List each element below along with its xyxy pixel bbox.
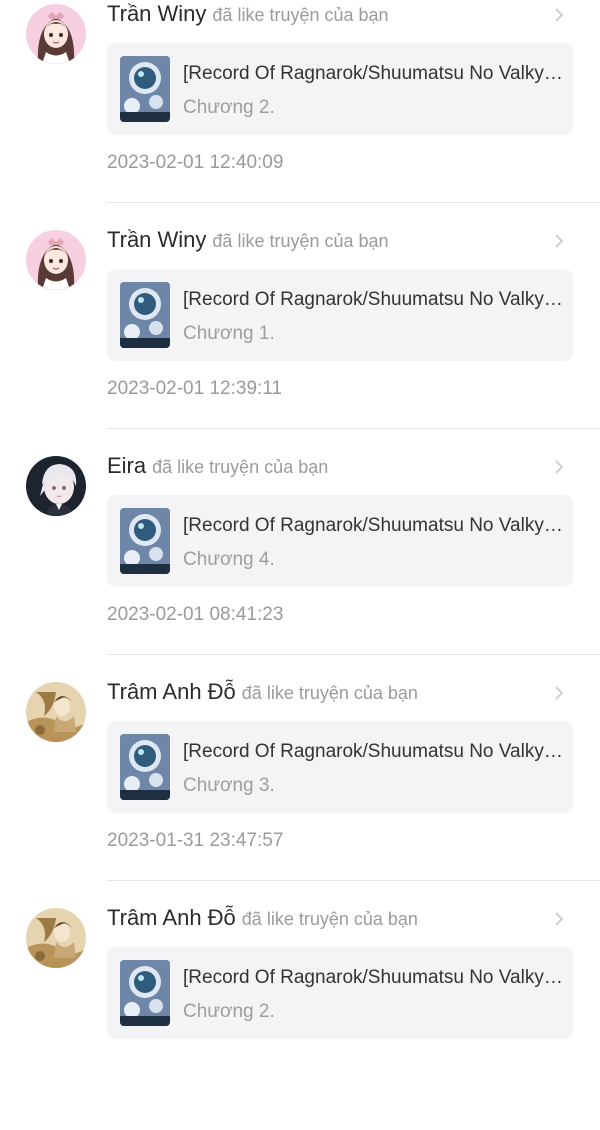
pink-girl-avatar-icon (26, 230, 86, 290)
story-cover-icon (120, 508, 170, 574)
username[interactable]: Trâm Anh Đỗ (107, 905, 236, 930)
notification-title: Trâm Anh Đỗ đã like truyện của bạn (107, 901, 540, 938)
chevron-right-icon[interactable] (552, 910, 566, 928)
chapter-label: Chương 4. (183, 549, 275, 570)
pink-girl-avatar-icon (26, 4, 86, 64)
username[interactable]: Trần Winy (107, 1, 206, 26)
chevron-right-icon[interactable] (552, 684, 566, 702)
avatar[interactable] (26, 682, 86, 742)
chapter-label: Chương 3. (183, 775, 275, 796)
divider (107, 428, 600, 429)
timestamp: 2023-02-01 12:40:09 (107, 152, 284, 173)
story-thumbnail (120, 960, 170, 1026)
action-text: đã like truyện của bạn (241, 683, 418, 703)
notification-item[interactable]: Eira đã like truyện của bạn [Record Of Ra… (0, 452, 600, 678)
timestamp: 2023-02-01 08:41:23 (107, 604, 284, 625)
story-cover-icon (120, 282, 170, 348)
chapter-label: Chương 2. (183, 97, 275, 118)
action-text: đã like truyện của bạn (241, 909, 418, 929)
timestamp: 2023-02-01 12:39:11 (107, 378, 283, 399)
notification-title: Eira đã like truyện của bạn (107, 449, 540, 486)
white-hair-boy-avatar-icon (26, 456, 86, 516)
story-card[interactable]: [Record Of Ragnarok/Shuumatsu No Valkyri… (107, 43, 573, 135)
timestamp: 2023-01-31 23:47:57 (107, 830, 284, 851)
avatar[interactable] (26, 908, 86, 968)
notification-title: Trâm Anh Đỗ đã like truyện của bạn (107, 675, 540, 712)
username[interactable]: Trâm Anh Đỗ (107, 679, 236, 704)
action-text: đã like truyện của bạn (212, 5, 389, 25)
chevron-right-icon[interactable] (552, 6, 566, 24)
painting-avatar-icon (26, 908, 86, 968)
story-title: [Record Of Ragnarok/Shuumatsu No Valkyri… (183, 289, 563, 310)
story-cover-icon (120, 734, 170, 800)
action-text: đã like truyện của bạn (152, 457, 329, 477)
story-cover-icon (120, 960, 170, 1026)
username[interactable]: Trần Winy (107, 227, 206, 252)
chevron-right-icon[interactable] (552, 232, 566, 250)
chevron-right-icon[interactable] (552, 458, 566, 476)
story-thumbnail (120, 282, 170, 348)
notification-item[interactable]: Trần Winy đã like truyện của bạn [Record … (0, 226, 600, 452)
notification-item[interactable]: Trâm Anh Đỗ đã like truyện của bạn [Recor… (0, 904, 600, 1130)
divider (107, 880, 600, 881)
notification-item[interactable]: Trần Winy đã like truyện của bạn [Record … (0, 0, 600, 226)
notification-item[interactable]: Trâm Anh Đỗ đã like truyện của bạn [Recor… (0, 678, 600, 904)
story-cover-icon (120, 56, 170, 122)
story-thumbnail (120, 734, 170, 800)
story-card[interactable]: [Record Of Ragnarok/Shuumatsu No Valkyri… (107, 495, 573, 587)
avatar[interactable] (26, 230, 86, 290)
painting-avatar-icon (26, 682, 86, 742)
story-thumbnail (120, 508, 170, 574)
action-text: đã like truyện của bạn (212, 231, 389, 251)
chapter-label: Chương 2. (183, 1001, 275, 1022)
story-thumbnail (120, 56, 170, 122)
notification-title: Trần Winy đã like truyện của bạn (107, 0, 540, 34)
story-card[interactable]: [Record Of Ragnarok/Shuumatsu No Valkyri… (107, 269, 573, 361)
username[interactable]: Eira (107, 453, 146, 478)
divider (107, 654, 600, 655)
divider (107, 202, 600, 203)
story-title: [Record Of Ragnarok/Shuumatsu No Valkyri… (183, 515, 563, 536)
story-title: [Record Of Ragnarok/Shuumatsu No Valkyri… (183, 63, 563, 84)
story-title: [Record Of Ragnarok/Shuumatsu No Valkyri… (183, 967, 563, 988)
avatar[interactable] (26, 456, 86, 516)
avatar[interactable] (26, 4, 86, 64)
story-card[interactable]: [Record Of Ragnarok/Shuumatsu No Valkyri… (107, 721, 573, 813)
story-title: [Record Of Ragnarok/Shuumatsu No Valkyri… (183, 741, 563, 762)
chapter-label: Chương 1. (183, 323, 275, 344)
story-card[interactable]: [Record Of Ragnarok/Shuumatsu No Valkyri… (107, 947, 573, 1039)
notification-title: Trần Winy đã like truyện của bạn (107, 223, 540, 260)
